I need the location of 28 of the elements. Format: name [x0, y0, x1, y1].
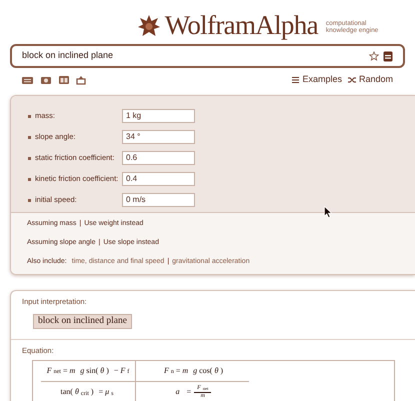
table-icon[interactable]: [59, 76, 69, 84]
star-icon[interactable]: [369, 51, 379, 61]
logo-wordmark: WolframAlpha: [164, 12, 318, 39]
parameter-field[interactable]: 34 °: [122, 130, 195, 144]
cursor-icon: [324, 206, 332, 218]
menu-icon[interactable]: [383, 50, 393, 62]
equation-cell: F$_{net}$ = m g sin(θ) − F$_{f}$: [41, 360, 136, 382]
star-logo-icon[interactable]: [136, 14, 161, 38]
random-link[interactable]: Random: [348, 73, 393, 87]
upload-icon[interactable]: [76, 76, 86, 84]
bullet-icon: [28, 198, 31, 202]
shuffle-icon[interactable]: [348, 77, 356, 83]
bullet-icon: [28, 156, 31, 160]
interpretation-value: block on inclined plane: [33, 314, 132, 330]
keyboard-icon[interactable]: [22, 76, 33, 84]
parameter-field[interactable]: 0.6: [122, 151, 195, 165]
equation-cell: F$_{n}$ = m g cos(θ): [136, 360, 249, 382]
bullet-icon: [28, 114, 31, 118]
bullet-icon: [28, 178, 31, 180]
list-icon[interactable]: [292, 77, 300, 83]
parameter-field[interactable]: 0.4: [122, 172, 195, 186]
parameter-field[interactable]: 0 m/s: [122, 193, 195, 207]
camera-icon[interactable]: [41, 76, 51, 84]
equation-cell: tan(θ$_{crit}$) = μ$_{s}$: [41, 382, 136, 401]
bullet-icon: [28, 136, 31, 138]
search-field[interactable]: block on inclined plane: [10, 44, 405, 68]
examples-link[interactable]: Examples: [292, 73, 342, 87]
parameter-field[interactable]: 1 kg: [122, 109, 195, 123]
